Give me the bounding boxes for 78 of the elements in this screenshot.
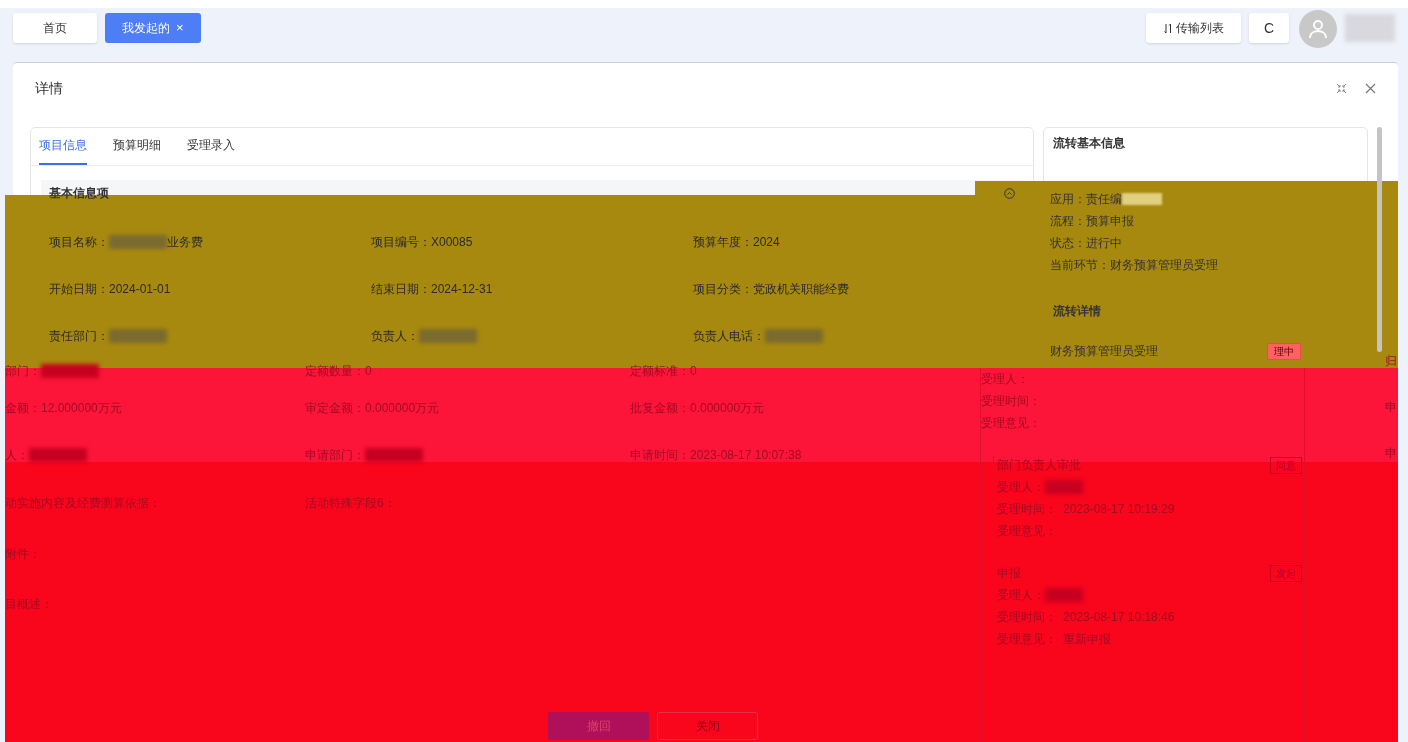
status-tag: 同意 xyxy=(1270,456,1302,474)
text-fragment: 归 xyxy=(1385,353,1397,370)
info-label: 受理意见： xyxy=(981,415,1041,432)
page-tab[interactable]: 我发起的 × xyxy=(105,13,201,43)
field-label: 人： xyxy=(5,446,29,464)
field-label: 批复金额： xyxy=(630,399,690,417)
field-label: 动实施内容及经费测算依据： xyxy=(5,495,161,512)
panel-title: 流转基本信息 xyxy=(1052,135,1126,152)
field-label: 责任部门： xyxy=(49,327,109,345)
field-label: 部门： xyxy=(5,363,41,380)
field-value: 0 xyxy=(690,363,697,380)
info-label: 当前环节： xyxy=(1050,257,1110,274)
info-label: 受理时间： xyxy=(997,609,1057,626)
field-value: 2024-12-31 xyxy=(431,280,493,298)
page-tab[interactable]: 首页 xyxy=(13,13,97,43)
step-title: 部门负责人审批 xyxy=(997,457,1081,474)
field-value: 12.000000万元 xyxy=(41,399,122,417)
field-value: 业务费 xyxy=(167,233,203,251)
info-value: 重新申报 xyxy=(1063,631,1111,648)
info-value: 财务预算管理员受理 xyxy=(1110,257,1218,274)
sort-icon xyxy=(1163,22,1173,34)
field-label: 定额数量： xyxy=(305,363,365,380)
field-label: 金额： xyxy=(5,399,41,417)
status-tag: 发起 xyxy=(1270,564,1302,582)
field-label: 申请时间： xyxy=(630,446,690,464)
info-label: 受理人： xyxy=(997,479,1045,496)
info-value: 预算申报 xyxy=(1086,213,1134,230)
field-value: 2024 xyxy=(753,233,780,251)
tab[interactable]: 项目信息 xyxy=(39,136,87,165)
info-label: 受理人： xyxy=(981,371,1029,388)
collapse-icon[interactable] xyxy=(1336,82,1347,94)
info-value: 进行中 xyxy=(1086,235,1122,252)
tab[interactable]: 预算明细 xyxy=(113,136,161,165)
field-label: 负责人电话： xyxy=(693,327,765,345)
info-label: 受理时间： xyxy=(997,501,1057,518)
field-label: 负责人： xyxy=(371,327,419,345)
text-fragment: 申 xyxy=(1385,399,1397,416)
panel-title: 流转详情 xyxy=(1052,303,1102,320)
field-value: 0 xyxy=(365,363,372,380)
info-label: 受理时间： xyxy=(981,393,1041,410)
refresh-button[interactable]: C xyxy=(1249,13,1289,43)
field-label: 结束日期： xyxy=(371,280,431,298)
field-label: 项目名称： xyxy=(49,233,109,251)
info-label: 流程： xyxy=(1050,213,1086,230)
tab[interactable]: 受理录入 xyxy=(187,136,235,165)
field-value: X00085 xyxy=(431,233,473,251)
info-label: 受理人： xyxy=(997,587,1045,604)
field-label: 定额标准： xyxy=(630,363,690,380)
field-value: 党政机关职能经费 xyxy=(753,280,849,298)
info-value: 2023-08-17 10:18:46 xyxy=(1063,609,1175,626)
info-label: 受理意见： xyxy=(997,631,1057,648)
dialog-title: 详情 xyxy=(35,78,63,98)
step-title: 财务预算管理员受理 xyxy=(1050,343,1158,360)
field-label: 目概述： xyxy=(5,595,53,613)
step-title: 申报 xyxy=(997,565,1021,582)
info-value: 2023-08-17 10:19:29 xyxy=(1063,501,1175,518)
transfer-list-button[interactable]: 传输列表 xyxy=(1146,13,1241,43)
info-label: 受理意见： xyxy=(997,523,1057,540)
field-value: 2023-08-17 10:07:38 xyxy=(690,446,802,464)
field-label: 开始日期： xyxy=(49,280,109,298)
info-value: 责任编 xyxy=(1086,191,1122,208)
field-label: 项目编号： xyxy=(371,233,431,251)
close-icon[interactable]: × xyxy=(176,18,184,38)
redacted-block xyxy=(1345,14,1395,42)
field-value: 0.000000万元 xyxy=(690,399,765,417)
collapse-icon[interactable] xyxy=(1004,187,1015,199)
field-value: 2024-01-01 xyxy=(109,280,171,298)
info-label: 应用： xyxy=(1050,191,1086,208)
field-value: 0.000000万元 xyxy=(365,399,440,417)
field-label: 申请部门： xyxy=(305,446,365,464)
field-label: 附件： xyxy=(5,546,41,563)
field-label: 预算年度： xyxy=(693,233,753,251)
close-icon[interactable] xyxy=(1365,82,1376,94)
info-label: 状态： xyxy=(1050,235,1086,252)
field-label: 活动特殊字段6： xyxy=(305,495,396,512)
field-label: 审定金额： xyxy=(305,399,365,417)
field-label: 项目分类： xyxy=(693,280,753,298)
text-fragment: 申 xyxy=(1385,445,1397,462)
